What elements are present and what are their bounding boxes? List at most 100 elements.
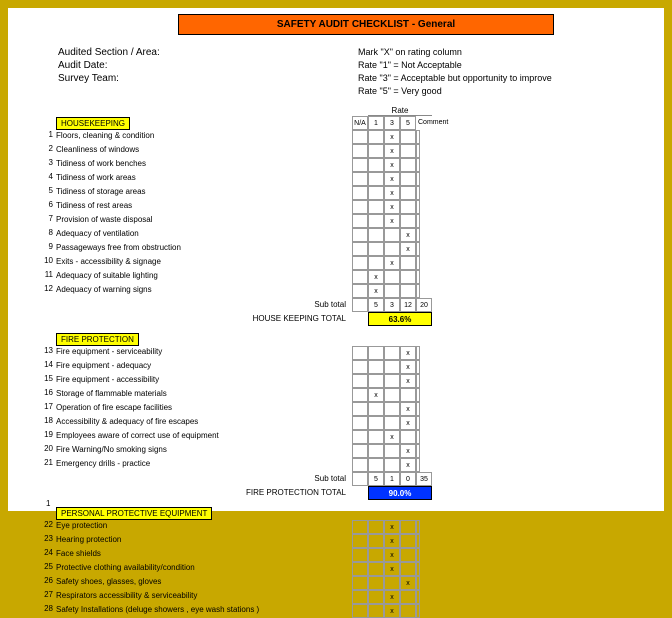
row-number: 3 bbox=[38, 158, 56, 172]
rating-cell: x bbox=[400, 576, 416, 590]
comment-cell bbox=[416, 562, 420, 576]
rating-cell bbox=[368, 200, 384, 214]
rating-cell bbox=[368, 242, 384, 256]
row-description: Provision of waste disposal bbox=[56, 214, 352, 228]
rating-cell bbox=[368, 374, 384, 388]
rating-cell bbox=[384, 346, 400, 360]
rating-cell bbox=[368, 130, 384, 144]
row-description: Operation of fire escape facilities bbox=[56, 402, 352, 416]
rating-cell: x bbox=[400, 444, 416, 458]
rating-cell: x bbox=[368, 388, 384, 402]
rating-cell: x bbox=[400, 242, 416, 256]
rating-cell: x bbox=[384, 186, 400, 200]
na-cell bbox=[352, 228, 368, 242]
rating-cell bbox=[400, 604, 416, 618]
na-cell bbox=[352, 186, 368, 200]
section-total-pct: 90.0% bbox=[368, 486, 432, 500]
row-description: Adequacy of ventilation bbox=[56, 228, 352, 242]
comment-cell bbox=[416, 590, 420, 604]
na-cell bbox=[352, 590, 368, 604]
row-description: Accessibility & adequacy of fire escapes bbox=[56, 416, 352, 430]
rating-cell bbox=[384, 242, 400, 256]
comment-cell bbox=[416, 144, 420, 158]
na-cell bbox=[352, 144, 368, 158]
rating-cell bbox=[368, 562, 384, 576]
row-description: Fire equipment - accessibility bbox=[56, 374, 352, 388]
rating-cell bbox=[400, 534, 416, 548]
rating-cell bbox=[384, 374, 400, 388]
instruction-2: Rate "1" = Not Acceptable bbox=[358, 60, 634, 71]
na-cell bbox=[352, 374, 368, 388]
comment-cell bbox=[416, 346, 420, 360]
row-description: Tidiness of storage areas bbox=[56, 186, 352, 200]
row-description: Safety shoes, glasses, gloves bbox=[56, 576, 352, 590]
row-description: Tidiness of work benches bbox=[56, 158, 352, 172]
row-number: 2 bbox=[38, 144, 56, 158]
row-number: 8 bbox=[38, 228, 56, 242]
section-title: FIRE PROTECTION bbox=[56, 333, 139, 346]
audited-section-label: Audited Section / Area: bbox=[38, 47, 358, 58]
rating-cell: x bbox=[400, 458, 416, 472]
comment-cell bbox=[416, 172, 420, 186]
instruction-4: Rate "5" = Very good bbox=[358, 86, 634, 96]
comment-cell bbox=[416, 158, 420, 172]
rating-cell bbox=[400, 520, 416, 534]
rating-cell: x bbox=[384, 562, 400, 576]
row-number: 22 bbox=[38, 520, 56, 534]
subtotal-cell bbox=[352, 298, 368, 312]
rating-cell bbox=[368, 360, 384, 374]
row-number: 27 bbox=[38, 590, 56, 604]
na-cell bbox=[352, 604, 368, 618]
row-description: Eye protection bbox=[56, 520, 352, 534]
column-header: 3 bbox=[384, 116, 400, 130]
row-number: 16 bbox=[38, 388, 56, 402]
rating-cell bbox=[384, 402, 400, 416]
rating-cell: x bbox=[400, 374, 416, 388]
rating-cell bbox=[368, 346, 384, 360]
rating-cell: x bbox=[400, 360, 416, 374]
instruction-1: Mark "X" on rating column bbox=[358, 47, 634, 58]
rating-cell bbox=[400, 256, 416, 270]
row-description: Floors, cleaning & condition bbox=[56, 130, 352, 144]
subtotal-cell: 35 bbox=[416, 472, 432, 486]
column-header: 1 bbox=[368, 116, 384, 130]
na-cell bbox=[352, 444, 368, 458]
rating-cell bbox=[400, 388, 416, 402]
row-description: Safety Installations (deluge showers , e… bbox=[56, 604, 352, 618]
subtotal-cell: 12 bbox=[400, 298, 416, 312]
rating-cell bbox=[384, 270, 400, 284]
rating-cell: x bbox=[400, 228, 416, 242]
row-number: 24 bbox=[38, 548, 56, 562]
comment-cell bbox=[416, 214, 420, 228]
rating-cell bbox=[384, 576, 400, 590]
na-cell bbox=[352, 270, 368, 284]
na-cell bbox=[352, 214, 368, 228]
rating-cell: x bbox=[384, 200, 400, 214]
rating-cell: x bbox=[384, 520, 400, 534]
comment-cell bbox=[416, 270, 420, 284]
rating-cell bbox=[384, 284, 400, 298]
rating-cell: x bbox=[400, 416, 416, 430]
row-number: 5 bbox=[38, 186, 56, 200]
rating-cell bbox=[400, 144, 416, 158]
comment-cell bbox=[416, 256, 420, 270]
rating-cell bbox=[368, 402, 384, 416]
comment-cell bbox=[416, 388, 420, 402]
rating-cell: x bbox=[400, 346, 416, 360]
rating-cell bbox=[368, 172, 384, 186]
na-cell bbox=[352, 520, 368, 534]
rating-cell bbox=[368, 144, 384, 158]
comment-cell bbox=[416, 284, 420, 298]
rating-cell bbox=[400, 590, 416, 604]
rating-cell bbox=[368, 576, 384, 590]
rating-cell bbox=[400, 158, 416, 172]
rating-cell bbox=[400, 200, 416, 214]
rating-cell bbox=[400, 430, 416, 444]
na-cell bbox=[352, 402, 368, 416]
rating-cell bbox=[384, 458, 400, 472]
rating-cell bbox=[368, 520, 384, 534]
na-cell bbox=[352, 172, 368, 186]
comment-cell bbox=[416, 374, 420, 388]
na-cell bbox=[352, 200, 368, 214]
comment-cell bbox=[416, 228, 420, 242]
